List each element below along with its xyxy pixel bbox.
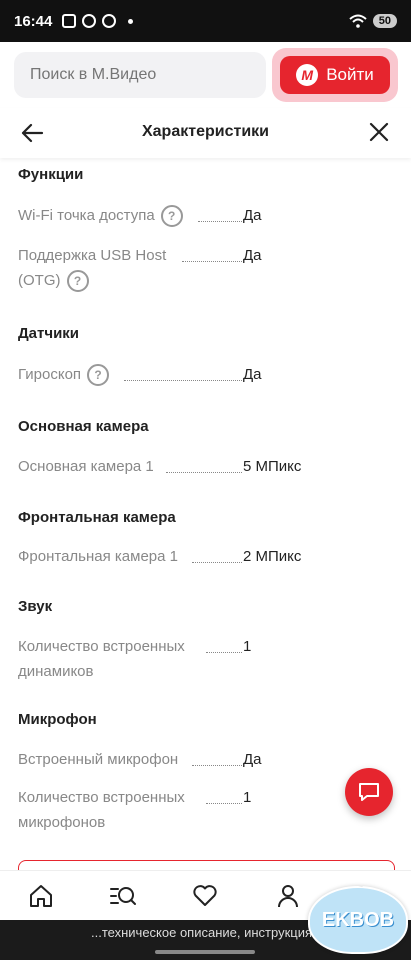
spec-value: Да [243, 751, 262, 768]
dotted-leader [182, 261, 242, 262]
spec-label: Количество встроенных микрофонов [18, 789, 185, 831]
login-button-wrap: М Войти [272, 48, 398, 102]
home-icon[interactable] [27, 882, 55, 910]
heart-icon[interactable] [191, 882, 219, 910]
dotted-leader [166, 472, 242, 473]
screenshot-icon [62, 14, 77, 28]
notification-dot-icon [128, 18, 134, 24]
profile-icon[interactable] [274, 882, 302, 910]
login-button[interactable]: М Войти [280, 56, 390, 94]
dotted-leader [206, 803, 242, 804]
spec-value: Да [243, 366, 262, 383]
login-label: Войти [326, 65, 374, 84]
spec-label: Встроенный микрофон [18, 751, 179, 768]
section-title-sensors: Датчики [18, 325, 80, 342]
section-title-main-camera: Основная камера [18, 418, 149, 435]
dotted-leader [206, 652, 242, 653]
spec-label: Гироскоп? [18, 362, 110, 387]
section-title-front-camera: Фронтальная камера [18, 509, 176, 526]
spec-label: Wi‑Fi точка доступа? [18, 203, 183, 228]
dotted-leader [198, 221, 242, 222]
spec-value: Да [243, 207, 262, 224]
section-title-sound: Звук [18, 598, 53, 615]
page-header: Характеристики [0, 108, 411, 158]
dotted-leader [192, 562, 242, 563]
smiley-icon [82, 14, 97, 28]
spec-value: 5 МПикс [243, 458, 302, 475]
help-icon[interactable]: ? [160, 205, 183, 228]
search-input[interactable] [14, 52, 266, 98]
help-icon[interactable]: ? [66, 270, 89, 293]
spec-label: Количество встроенных динамиков [18, 638, 185, 680]
status-time: 16:44 [14, 12, 53, 30]
wifi-icon [349, 14, 367, 28]
spec-label: Основная камера 1 [18, 458, 154, 475]
spec-value: 1 [243, 638, 252, 655]
home-indicator[interactable] [155, 950, 255, 954]
page-title: Характеристики [141, 123, 269, 140]
catalog-search-icon[interactable] [109, 882, 137, 910]
spec-label: Фронтальная камера 1 [18, 548, 178, 565]
spec-value: 1 [243, 789, 252, 806]
search-bar: М Войти [0, 42, 411, 109]
chat-bubble-icon [359, 783, 379, 801]
section-title-microphone: Микрофон [18, 711, 97, 728]
spec-value: Да [243, 247, 262, 264]
section-title-functions: Функции [18, 166, 84, 183]
spec-label: Поддержка USB Host (OTG)? [18, 243, 166, 293]
close-icon[interactable] [368, 121, 390, 143]
dotted-leader [124, 380, 242, 381]
status-bar: 16:44 50 [0, 0, 411, 42]
chat-notification-icon [102, 14, 117, 28]
help-icon[interactable]: ? [87, 364, 110, 387]
battery-indicator: 50 [372, 14, 397, 28]
chat-button[interactable] [345, 768, 393, 816]
watermark-logo: EKBOB [308, 886, 408, 954]
spec-value: 2 МПикс [243, 548, 302, 565]
mvideo-logo-icon: М [296, 64, 319, 86]
dotted-leader [192, 765, 242, 766]
